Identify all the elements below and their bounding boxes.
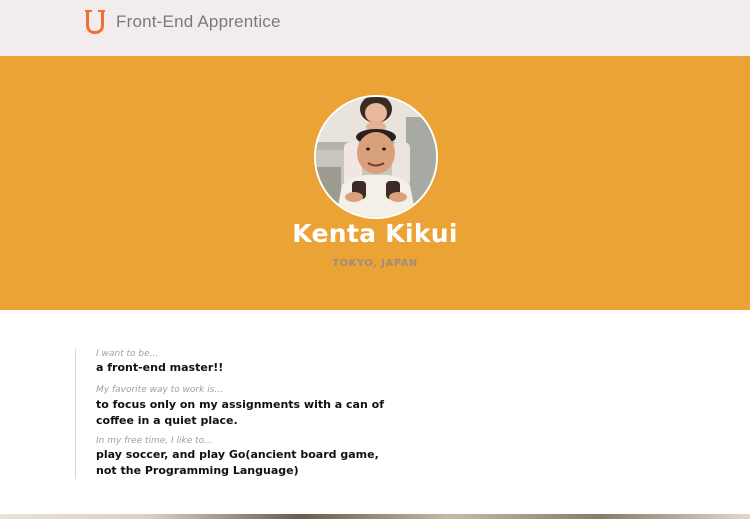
about-section: I want to be... a front-end master!! My … (75, 349, 406, 479)
answer-free-time: play soccer, and play Go(ancient board g… (96, 448, 379, 477)
profile-location: TOKYO, JAPAN (332, 258, 418, 269)
bottom-image-strip (0, 514, 750, 519)
udacity-logo-icon[interactable] (84, 8, 106, 36)
answer-favorite-way: to focus only on my assignments with a c… (96, 398, 384, 427)
question-want-to-be: I want to be... (96, 349, 159, 359)
question-free-time: In my free time, I like to... (96, 436, 213, 446)
profile-hero: Kenta Kikui TOKYO, JAPAN (0, 56, 750, 310)
question-favorite-way: My favorite way to work is... (96, 385, 223, 395)
site-header: Front-End Apprentice (0, 0, 750, 56)
answer-want-to-be: a front-end master!! (96, 361, 224, 374)
profile-name: Kenta Kikui (292, 219, 458, 248)
brand-title[interactable]: Front-End Apprentice (116, 12, 281, 32)
profile-photo (314, 95, 438, 219)
